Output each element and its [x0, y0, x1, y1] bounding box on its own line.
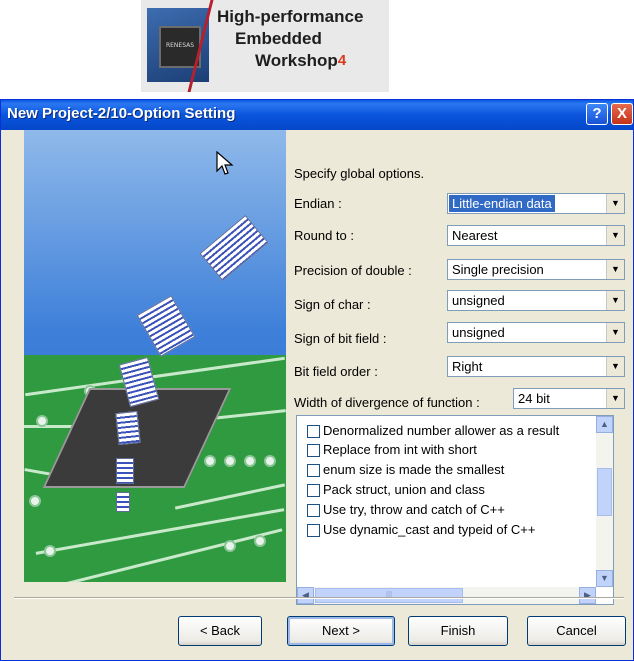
- title-bar: New Project-2/10-Option Setting ? X: [1, 100, 633, 130]
- list-item[interactable]: enum size is made the smallest: [307, 461, 504, 479]
- new-project-dialog: New Project-2/10-Option Setting ? X Spec…: [0, 99, 634, 661]
- finish-button[interactable]: Finish: [408, 616, 508, 646]
- checkbox[interactable]: [307, 504, 320, 518]
- chevron-down-icon[interactable]: ▼: [606, 291, 624, 310]
- sign-of-bit-field-label: Sign of bit field :: [294, 331, 387, 346]
- options-list[interactable]: Denormalized number allower as a result …: [296, 415, 614, 605]
- window-title: New Project-2/10-Option Setting: [7, 105, 236, 122]
- round-to-label: Round to :: [294, 228, 354, 243]
- scroll-down-icon[interactable]: ▼: [596, 570, 613, 587]
- chevron-down-icon[interactable]: ▼: [606, 389, 624, 408]
- checkbox[interactable]: [307, 425, 320, 439]
- chevron-down-icon[interactable]: ▼: [606, 194, 624, 213]
- sign-of-char-label: Sign of char :: [294, 297, 371, 312]
- scroll-left-icon[interactable]: ◀: [297, 587, 314, 604]
- document-icon: [199, 214, 269, 282]
- intro-text: Specify global options.: [294, 166, 425, 181]
- endian-select[interactable]: Little-endian data ▼: [447, 193, 625, 214]
- checkbox[interactable]: [307, 484, 320, 498]
- scroll-thumb[interactable]: [597, 468, 612, 516]
- back-button[interactable]: < Back: [178, 616, 262, 646]
- chevron-down-icon[interactable]: ▼: [606, 226, 624, 245]
- next-button[interactable]: Next >: [287, 616, 395, 646]
- document-icon: [116, 492, 130, 512]
- chevron-down-icon[interactable]: ▼: [606, 323, 624, 342]
- scroll-thumb[interactable]: |||: [315, 588, 463, 603]
- precision-label: Precision of double :: [294, 263, 412, 278]
- checkbox[interactable]: [307, 524, 320, 538]
- wizard-illustration: [24, 130, 286, 582]
- document-icon: [116, 458, 134, 484]
- cancel-button[interactable]: Cancel: [527, 616, 626, 646]
- precision-select[interactable]: Single precision ▼: [447, 259, 625, 280]
- document-icon: [115, 410, 141, 446]
- divider: [14, 597, 624, 599]
- bit-field-order-select[interactable]: Right ▼: [447, 356, 625, 377]
- round-to-select[interactable]: Nearest ▼: [447, 225, 625, 246]
- help-button[interactable]: ?: [586, 103, 608, 125]
- vertical-scrollbar[interactable]: ▲ ▼: [596, 416, 613, 587]
- list-item[interactable]: Use dynamic_cast and typeid of C++: [307, 521, 535, 539]
- list-item[interactable]: Replace from int with short: [307, 441, 477, 459]
- logo-title: High-performance Embedded Workshop4: [217, 7, 364, 70]
- scroll-right-icon[interactable]: ▶: [579, 587, 596, 604]
- sign-of-char-select[interactable]: unsigned ▼: [447, 290, 625, 311]
- checkbox[interactable]: [307, 464, 320, 478]
- scroll-up-icon[interactable]: ▲: [596, 416, 613, 433]
- list-item[interactable]: Use try, throw and catch of C++: [307, 501, 505, 519]
- hew-logo-banner: RENESAS High-performance Embedded Worksh…: [141, 0, 389, 92]
- list-item[interactable]: Denormalized number allower as a result: [307, 422, 559, 440]
- mouse-cursor-icon: [216, 151, 234, 175]
- list-item[interactable]: Pack struct, union and class: [307, 481, 485, 499]
- chevron-down-icon[interactable]: ▼: [606, 357, 624, 376]
- horizontal-scrollbar[interactable]: ◀ ||| ▶: [297, 587, 596, 604]
- chevron-down-icon[interactable]: ▼: [606, 260, 624, 279]
- width-of-divergence-select[interactable]: 24 bit ▼: [513, 388, 625, 409]
- sign-of-bit-field-select[interactable]: unsigned ▼: [447, 322, 625, 343]
- document-icon: [136, 295, 196, 357]
- endian-label: Endian :: [294, 196, 342, 211]
- bit-field-order-label: Bit field order :: [294, 364, 378, 379]
- checkbox[interactable]: [307, 444, 320, 458]
- width-of-divergence-label: Width of divergence of function :: [294, 395, 480, 410]
- close-button[interactable]: X: [611, 103, 633, 125]
